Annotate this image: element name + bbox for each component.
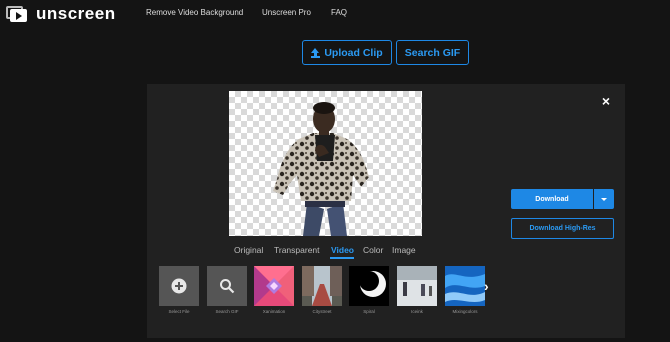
tile-label: Iceink: [411, 309, 423, 314]
search-icon: [220, 279, 235, 294]
background-mixingcolors[interactable]: [445, 266, 485, 306]
nav-faq[interactable]: FAQ: [331, 8, 347, 17]
tile-label: Xanimation: [262, 309, 286, 314]
chevron-down-icon: [601, 197, 607, 201]
select-file-tile[interactable]: [159, 266, 199, 306]
tab-video[interactable]: Video: [331, 245, 354, 255]
search-gif-tile[interactable]: [207, 266, 247, 306]
tab-color[interactable]: Color: [363, 245, 383, 255]
upload-clip-button[interactable]: Upload Clip: [302, 40, 392, 65]
tab-original[interactable]: Original: [234, 245, 263, 255]
close-icon[interactable]: ×: [600, 94, 612, 108]
tile-label: Search GIF: [215, 309, 239, 314]
upload-icon: [311, 47, 321, 58]
background-xanimation[interactable]: [254, 266, 294, 306]
logo-text: unscreen: [36, 4, 116, 23]
tile-label: Spiral: [363, 309, 375, 314]
unscreen-logo[interactable]: unscreen: [6, 4, 116, 24]
video-preview: [229, 91, 422, 236]
logo-play-icon: [6, 5, 28, 23]
tile-label: Select File: [168, 309, 190, 314]
spiral-thumbnail: [349, 266, 389, 306]
mixingcolors-thumbnail: [445, 266, 485, 306]
background-citystreet[interactable]: [302, 266, 342, 306]
tab-image[interactable]: Image: [392, 245, 416, 255]
tab-transparent[interactable]: Transparent: [274, 245, 320, 255]
nav-remove-video-background[interactable]: Remove Video Background: [146, 8, 243, 17]
person-cutout-image: [273, 102, 369, 236]
download-high-res-button[interactable]: Download High-Res: [511, 218, 614, 239]
nav-unscreen-pro[interactable]: Unscreen Pro: [262, 8, 311, 17]
iceink-thumbnail: [397, 266, 437, 306]
background-iceink[interactable]: [397, 266, 437, 306]
active-tab-indicator: [330, 257, 354, 259]
top-navigation-bar: unscreen Remove Video Background Unscree…: [0, 0, 670, 28]
download-options-button[interactable]: [594, 189, 614, 209]
search-gif-button[interactable]: Search GIF: [396, 40, 469, 65]
tile-label: Mixingcolors: [452, 309, 478, 314]
citystreet-thumbnail: [302, 266, 342, 306]
plus-icon: [171, 278, 187, 294]
xanimation-thumbnail: [254, 266, 294, 306]
background-spiral[interactable]: [349, 266, 389, 306]
upload-clip-label: Upload Clip: [324, 46, 383, 59]
download-button[interactable]: Download: [511, 189, 593, 209]
search-gif-label: Search GIF: [404, 46, 461, 59]
chevron-right-icon[interactable]: ›: [484, 278, 494, 294]
tile-label: Citystreet: [312, 309, 332, 314]
